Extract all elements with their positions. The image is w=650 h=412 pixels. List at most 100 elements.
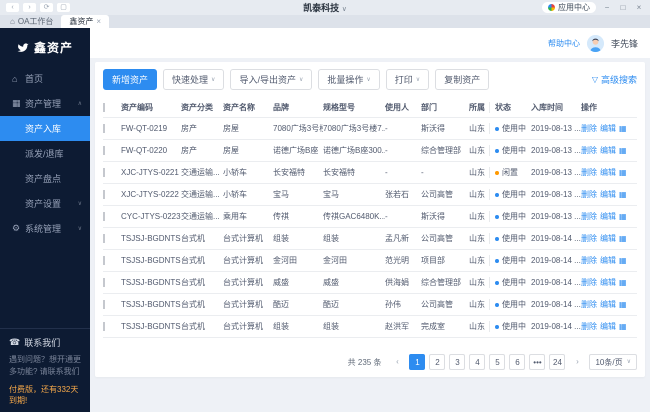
import-export-button[interactable]: 导入/导出资产 ∨ <box>230 69 312 90</box>
qrcode-icon[interactable]: ▦ <box>619 278 627 287</box>
quick-process-button[interactable]: 快速处理 ∨ <box>163 69 224 90</box>
qrcode-icon[interactable]: ▦ <box>619 190 627 199</box>
sidebar-item-asset-management[interactable]: ▦ 资产管理 ∧ <box>0 91 90 116</box>
edit-link[interactable]: 编辑 <box>600 233 616 244</box>
next-page-button[interactable]: › <box>569 354 585 370</box>
qrcode-icon[interactable]: ▦ <box>619 234 627 243</box>
column-header[interactable]: 资产分类 <box>181 102 223 113</box>
close-icon[interactable]: × <box>96 17 101 26</box>
table-row: CYC-JTYS-0223 交通运输... 乘用车 传祺 传祺GAC6480K.… <box>103 206 637 228</box>
page-button[interactable]: 5 <box>489 354 505 370</box>
maximize-button[interactable]: □ <box>618 3 628 12</box>
page-button[interactable]: 6 <box>509 354 525 370</box>
user-name[interactable]: 李先锋 <box>611 37 638 50</box>
delete-link[interactable]: 删除 <box>581 167 597 178</box>
delete-link[interactable]: 删除 <box>581 211 597 222</box>
column-header[interactable]: 操作 <box>581 102 631 113</box>
edit-link[interactable]: 编辑 <box>600 255 616 266</box>
row-checkbox[interactable] <box>103 124 105 133</box>
column-header[interactable]: 资产编码 <box>121 102 181 113</box>
asset-name: 房屋 <box>223 145 273 156</box>
row-checkbox[interactable] <box>103 212 105 221</box>
delete-link[interactable]: 删除 <box>581 233 597 244</box>
row-checkbox[interactable] <box>103 234 105 243</box>
sidebar-item-system-management[interactable]: ⚙ 系统管理 ∨ <box>0 216 90 241</box>
add-asset-button[interactable]: 新增资产 <box>103 69 157 90</box>
edit-link[interactable]: 编辑 <box>600 167 616 178</box>
delete-link[interactable]: 删除 <box>581 299 597 310</box>
bird-icon <box>17 41 30 54</box>
delete-link[interactable]: 删除 <box>581 321 597 332</box>
delete-link[interactable]: 删除 <box>581 123 597 134</box>
row-checkbox[interactable] <box>103 278 105 287</box>
delete-link[interactable]: 删除 <box>581 277 597 288</box>
app-center-button[interactable]: 应用中心 <box>542 2 596 13</box>
row-checkbox[interactable] <box>103 168 105 177</box>
edit-link[interactable]: 编辑 <box>600 211 616 222</box>
tab-oa-workbench[interactable]: ⌂ OA工作台 <box>2 15 61 28</box>
qrcode-icon[interactable]: ▦ <box>619 256 627 265</box>
layout-button[interactable]: ▢ <box>57 3 70 12</box>
edit-link[interactable]: 编辑 <box>600 321 616 332</box>
row-checkbox[interactable] <box>103 300 105 309</box>
column-header[interactable]: 资产名称 <box>223 102 273 113</box>
sidebar-item-dispatch-return[interactable]: 派发/退库 <box>0 141 90 166</box>
sidebar-item-asset-inbound[interactable]: 资产入库 <box>0 116 90 141</box>
page-button[interactable]: 4 <box>469 354 485 370</box>
row-checkbox[interactable] <box>103 190 105 199</box>
row-checkbox[interactable] <box>103 146 105 155</box>
column-header[interactable]: 使用人 <box>385 102 421 113</box>
page-size-select[interactable]: 10条/页 ∨ <box>589 354 637 370</box>
forward-button[interactable]: › <box>23 3 36 12</box>
qrcode-icon[interactable]: ▦ <box>619 124 627 133</box>
edit-link[interactable]: 编辑 <box>600 277 616 288</box>
page-button[interactable]: ••• <box>529 354 545 370</box>
qrcode-icon[interactable]: ▦ <box>619 146 627 155</box>
minimize-button[interactable]: − <box>602 3 612 12</box>
qrcode-icon[interactable]: ▦ <box>619 168 627 177</box>
qrcode-icon[interactable]: ▦ <box>619 300 627 309</box>
qrcode-icon[interactable]: ▦ <box>619 322 627 331</box>
column-header[interactable]: 入库时间 <box>531 102 581 113</box>
avatar[interactable] <box>587 35 604 52</box>
edit-link[interactable]: 编辑 <box>600 123 616 134</box>
delete-link[interactable]: 删除 <box>581 145 597 156</box>
gear-icon: ⚙ <box>12 223 25 234</box>
column-header[interactable]: 品牌 <box>273 102 323 113</box>
edit-link[interactable]: 编辑 <box>600 299 616 310</box>
print-button[interactable]: 打印 ∨ <box>386 69 429 90</box>
batch-operation-button[interactable]: 批量操作 ∨ <box>318 69 379 90</box>
row-checkbox[interactable] <box>103 322 105 331</box>
column-header[interactable]: 所属 <box>469 102 489 113</box>
edit-link[interactable]: 编辑 <box>600 145 616 156</box>
back-button[interactable]: ‹ <box>6 3 19 12</box>
asset-name: 台式计算机 <box>223 233 273 244</box>
refresh-button[interactable]: ⟳ <box>40 3 53 12</box>
column-header[interactable]: 部门 <box>421 102 469 113</box>
advanced-search-button[interactable]: ▽ 高级搜索 <box>592 73 637 86</box>
sidebar-item-asset-inventory[interactable]: 资产盘点 <box>0 166 90 191</box>
page-button[interactable]: 2 <box>429 354 445 370</box>
copy-asset-button[interactable]: 复制资产 <box>435 69 489 90</box>
tab-xin-asset[interactable]: 鑫资产 × <box>61 15 109 28</box>
column-header[interactable]: 状态 <box>489 102 531 113</box>
page-button[interactable]: 3 <box>449 354 465 370</box>
column-header[interactable]: 规格型号 <box>323 102 385 113</box>
asset-category: 台式机 <box>181 277 223 288</box>
page-button[interactable]: 24 <box>549 354 565 370</box>
status-label: 使用中 <box>502 299 526 310</box>
sidebar-item-home[interactable]: ⌂ 首页 <box>0 66 90 91</box>
close-button[interactable]: × <box>634 3 644 12</box>
asset-category: 台式机 <box>181 321 223 332</box>
delete-link[interactable]: 删除 <box>581 189 597 200</box>
help-center-link[interactable]: 帮助中心 <box>548 38 580 49</box>
delete-link[interactable]: 删除 <box>581 255 597 266</box>
edit-link[interactable]: 编辑 <box>600 189 616 200</box>
prev-page-button[interactable]: ‹ <box>389 354 405 370</box>
row-checkbox[interactable] <box>103 256 105 265</box>
sidebar-item-asset-settings[interactable]: 资产设置 ∨ <box>0 191 90 216</box>
select-all-checkbox[interactable] <box>103 103 105 112</box>
qrcode-icon[interactable]: ▦ <box>619 212 627 221</box>
page-button[interactable]: 1 <box>409 354 425 370</box>
contact-title-row[interactable]: ☎ 联系我们 <box>9 336 81 349</box>
